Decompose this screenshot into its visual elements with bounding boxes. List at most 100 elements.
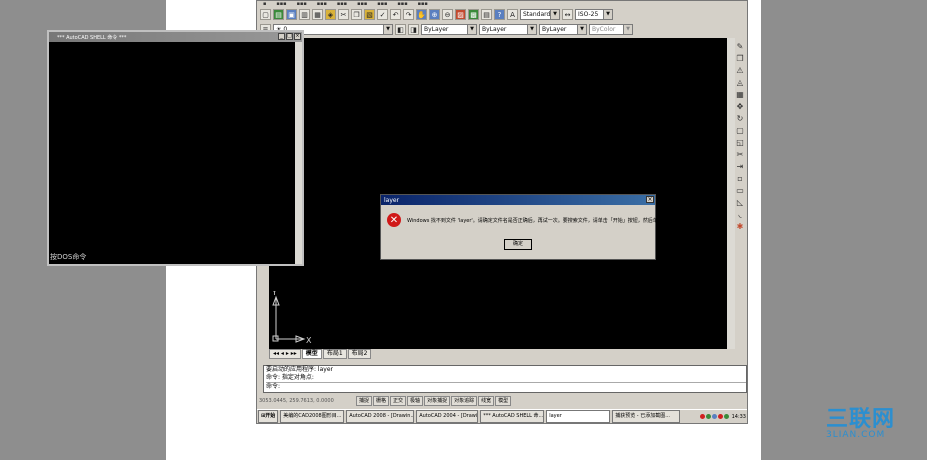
- lineweight-toggle[interactable]: 线宽: [478, 396, 495, 406]
- close-icon[interactable]: ×: [294, 33, 301, 40]
- open-file-icon[interactable]: ▤: [273, 9, 284, 20]
- windows-taskbar: ⊞开始 美编的CAD2008图形目... AutoCAD 2008 - [Dra…: [257, 409, 747, 423]
- ucs-y-label: Y: [271, 291, 277, 297]
- copy-object-icon[interactable]: ❐: [735, 53, 745, 64]
- text-style-icon: A: [507, 9, 518, 20]
- rotate-icon[interactable]: ↻: [735, 113, 745, 124]
- shell-title: *** AutoCAD SHELL 命令 ***: [57, 34, 127, 41]
- ucs-x-label: X: [306, 336, 312, 343]
- print-icon[interactable]: ▥: [299, 9, 310, 20]
- layout-tabs: ◂◂ ◂ ▸ ▸▸ 模型 布局1 布局2: [269, 349, 372, 359]
- erase-icon[interactable]: ✎: [735, 41, 745, 52]
- trim-icon[interactable]: ✂: [735, 149, 745, 160]
- modify-toolbar: ✎ ❐ ⚠ ◬ ▦ ✥ ↻ ▢ ◱ ✂ ⇥ ▫ ▭ ◺ ◟ ✱: [735, 41, 745, 232]
- start-button[interactable]: ⊞开始: [258, 410, 279, 423]
- publish-icon[interactable]: ◈: [325, 9, 336, 20]
- stretch-icon[interactable]: ◱: [735, 137, 745, 148]
- plot-style-select[interactable]: ByColor ▼: [589, 24, 633, 35]
- save-icon[interactable]: ▣: [286, 9, 297, 20]
- polar-toggle[interactable]: 极轴: [407, 396, 424, 406]
- offset-icon[interactable]: ◬: [735, 77, 745, 88]
- taskbar-item[interactable]: *** AutoCAD SHELL 命...: [480, 410, 545, 423]
- copy-icon[interactable]: ❐: [351, 9, 362, 20]
- tray-icon[interactable]: [717, 414, 723, 419]
- error-dialog: layer × ✕ Windows 找不到文件 'layer'。请确定文件名是否…: [380, 194, 685, 260]
- taskbar-item[interactable]: layer: [546, 410, 611, 423]
- tab-model[interactable]: 模型: [301, 349, 322, 359]
- break-icon[interactable]: ▫: [735, 173, 745, 184]
- shell-title-bar[interactable]: *** AutoCAD SHELL 命令 *** _ □ ×: [49, 32, 302, 42]
- command-prompt[interactable]: 命令:: [266, 382, 746, 391]
- layer-previous-icon[interactable]: ◨: [408, 24, 419, 35]
- tool-palette-icon[interactable]: ▤: [481, 9, 492, 20]
- clock: 14:33: [731, 413, 746, 420]
- autocad-shell-window: *** AutoCAD SHELL 命令 *** _ □ × 按DOS命令: [47, 30, 304, 266]
- explode-icon[interactable]: ✱: [735, 221, 745, 232]
- snap-toggle[interactable]: 捕捉: [356, 396, 373, 406]
- zoom-icon[interactable]: ⊕: [429, 9, 440, 20]
- close-icon[interactable]: ×: [646, 196, 654, 203]
- undo-icon[interactable]: ↶: [390, 9, 401, 20]
- maximize-icon[interactable]: □: [286, 33, 293, 40]
- linetype-select[interactable]: ByLayer ▼: [479, 24, 537, 35]
- ortho-toggle[interactable]: 正交: [390, 396, 407, 406]
- array-icon[interactable]: ▦: [735, 89, 745, 100]
- watermark-url: 3LIAN.COM: [826, 430, 886, 440]
- redo-icon[interactable]: ↷: [403, 9, 414, 20]
- lineweight-select[interactable]: ByLayer ▼: [539, 24, 587, 35]
- tray-icon[interactable]: [699, 414, 705, 419]
- new-file-icon[interactable]: ▢: [260, 9, 271, 20]
- properties-icon[interactable]: ▨: [455, 9, 466, 20]
- dialog-title-bar[interactable]: layer ×: [381, 195, 655, 205]
- extend-icon[interactable]: ⇥: [735, 161, 745, 172]
- command-window[interactable]: 要启动的应用程序: layer 命令: 指定对角点: 命令:: [263, 365, 747, 393]
- watermark-text: 三联网: [826, 407, 896, 432]
- tab-layout2[interactable]: 布局2: [347, 349, 372, 359]
- dim-style-select[interactable]: ISO-25 ▼: [575, 9, 613, 20]
- mirror-icon[interactable]: ⚠: [735, 65, 745, 76]
- shell-prompt: 按DOS命令: [50, 253, 87, 261]
- zoom-previous-icon[interactable]: ⊖: [442, 9, 453, 20]
- help-icon[interactable]: ?: [494, 9, 505, 20]
- watermark-logo: 三联网 3LIAN.COM: [826, 407, 896, 441]
- taskbar-item[interactable]: AutoCAD 2008 - [Drawin...: [346, 410, 415, 423]
- tab-nav-arrows[interactable]: ◂◂ ◂ ▸ ▸▸: [269, 349, 301, 359]
- tab-layout1[interactable]: 布局1: [322, 349, 347, 359]
- pan-icon[interactable]: ✋: [416, 9, 427, 20]
- design-center-icon[interactable]: ▩: [468, 9, 479, 20]
- system-tray: 14:33: [699, 413, 746, 420]
- match-icon[interactable]: ✓: [377, 9, 388, 20]
- taskbar-item[interactable]: 捕获预览 - 已添加截图...: [612, 410, 681, 423]
- otrack-toggle[interactable]: 对象追踪: [451, 396, 478, 406]
- error-icon: ✕: [387, 213, 401, 227]
- model-toggle[interactable]: 模型: [495, 396, 512, 406]
- preview-icon[interactable]: ▦: [312, 9, 323, 20]
- menu-bar: ▪ ▪▪▪ ▪▪▪ ▪▪▪ ▪▪▪ ▪▪▪ ▪▪▪ ▪▪▪ ▪▪▪: [263, 1, 428, 7]
- minimize-icon[interactable]: _: [278, 33, 285, 40]
- join-icon[interactable]: ▭: [735, 185, 745, 196]
- grid-toggle[interactable]: 栅格: [373, 396, 390, 406]
- status-bar: 3053.0445, 259.7613, 0.0000 捕捉 栅格 正交 极轴 …: [259, 396, 745, 406]
- tray-icon[interactable]: [711, 414, 717, 419]
- text-style-select[interactable]: Standard ▼: [520, 9, 560, 20]
- osnap-toggle[interactable]: 对象捕捉: [424, 396, 451, 406]
- move-icon[interactable]: ✥: [735, 101, 745, 112]
- command-history-line: 要启动的应用程序: layer: [266, 366, 333, 373]
- make-current-icon[interactable]: ◧: [395, 24, 406, 35]
- dialog-message: Windows 找不到文件 'layer'。请确定文件名是否正确后，再试一次。要…: [407, 218, 686, 224]
- tray-icon[interactable]: [705, 414, 711, 419]
- color-select[interactable]: ByLayer ▼: [421, 24, 477, 35]
- tray-icon[interactable]: [723, 414, 729, 419]
- paste-icon[interactable]: ▧: [364, 9, 375, 20]
- shell-scrollbar[interactable]: [295, 42, 302, 264]
- standard-toolbar: ▢ ▤ ▣ ▥ ▦ ◈ ✂ ❐ ▧ ✓ ↶ ↷ ✋ ⊕ ⊖ ▨ ▩ ▤ ? A …: [257, 8, 747, 21]
- scale-icon[interactable]: ▢: [735, 125, 745, 136]
- ok-button[interactable]: 确定: [504, 239, 532, 250]
- chamfer-icon[interactable]: ◺: [735, 197, 745, 208]
- fillet-icon[interactable]: ◟: [735, 209, 745, 220]
- vertical-scrollbar[interactable]: [727, 38, 735, 349]
- taskbar-item[interactable]: 美编的CAD2008图形目...: [280, 410, 345, 423]
- taskbar-item[interactable]: AutoCAD 2004 - [Drawin...: [416, 410, 479, 423]
- cut-icon[interactable]: ✂: [338, 9, 349, 20]
- dim-style-icon: ↔: [562, 9, 573, 20]
